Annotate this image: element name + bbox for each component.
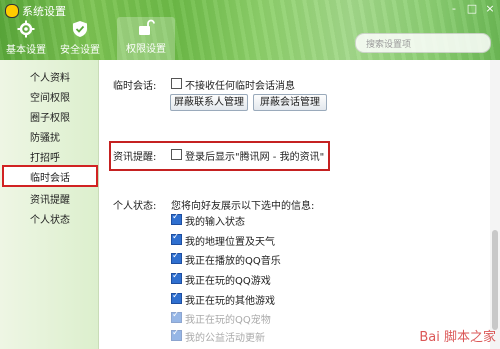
block-session-manage-button[interactable]: 屏蔽会话管理 xyxy=(253,94,327,111)
sidebar-item-greeting[interactable]: 打招呼 xyxy=(0,146,98,166)
block-contact-manage-button[interactable]: 屏蔽联系人管理 xyxy=(170,94,248,111)
unlock-icon xyxy=(139,19,155,35)
sidebar-item-news-reminder[interactable]: 资讯提醒 xyxy=(0,188,98,208)
sidebar-item-label: 资讯提醒 xyxy=(30,195,70,206)
search-input[interactable]: 搜索设置项 xyxy=(355,33,491,53)
status-option: 我正在玩的QQ宠物 xyxy=(185,315,271,326)
tab-label: 权限设置 xyxy=(126,44,166,55)
tab-label: 基本设置 xyxy=(6,45,46,56)
sidebar-item-profile[interactable]: 个人资料 xyxy=(0,66,98,86)
header-bar: 系统设置 - □ × 基本设置 安全设置 权限设置 搜索设置项 xyxy=(0,0,500,60)
tab-security-settings[interactable]: 安全设置 xyxy=(58,18,102,58)
search-placeholder: 搜索设置项 xyxy=(366,40,412,50)
status-option: 我的公益活动更新 xyxy=(185,333,265,344)
sidebar-item-label: 防骚扰 xyxy=(30,133,60,144)
minimize-button[interactable]: - xyxy=(448,2,460,15)
tab-permission-settings[interactable]: 权限设置 xyxy=(117,17,175,60)
sidebar-item-label: 圈子权限 xyxy=(30,113,70,124)
shield-icon xyxy=(73,21,87,37)
status-checkbox[interactable] xyxy=(171,232,182,245)
watermark: Bai 脚本之家 xyxy=(419,330,496,345)
maximize-button[interactable]: □ xyxy=(466,2,478,15)
status-checkbox[interactable] xyxy=(171,310,182,323)
sidebar-item-circle-permission[interactable]: 圈子权限 xyxy=(0,106,98,126)
sidebar-item-label: 打招呼 xyxy=(30,153,60,164)
news-reminder-label: 资讯提醒: xyxy=(113,152,157,163)
status-checkbox[interactable] xyxy=(171,251,182,264)
status-checkbox[interactable] xyxy=(171,271,182,284)
sidebar-item-temp-session[interactable]: 临时会话 xyxy=(2,165,98,187)
scrollbar[interactable] xyxy=(490,60,500,349)
sidebar-item-label: 临时会话 xyxy=(30,173,70,184)
status-checkbox[interactable] xyxy=(171,291,182,304)
sidebar: 个人资料 空间权限 圈子权限 防骚扰 打招呼 临时会话 资讯提醒 个人状态 xyxy=(0,60,99,349)
gear-icon xyxy=(17,20,35,38)
reject-temp-session-checkbox[interactable] xyxy=(171,78,182,89)
show-news-text: 登录后显示"腾讯网 - 我的资讯" xyxy=(185,152,325,163)
sidebar-item-label: 个人资料 xyxy=(30,73,70,84)
status-option: 我的输入状态 xyxy=(185,217,245,228)
sidebar-item-label: 个人状态 xyxy=(30,215,70,226)
status-option: 我正在玩的QQ游戏 xyxy=(185,276,271,287)
temp-session-label: 临时会话: xyxy=(113,81,157,92)
scrollbar-thumb[interactable] xyxy=(492,230,498,330)
sidebar-item-anti-harass[interactable]: 防骚扰 xyxy=(0,126,98,146)
window-title: 系统设置 xyxy=(22,5,66,18)
status-checkbox[interactable] xyxy=(171,212,182,225)
status-checkbox[interactable] xyxy=(171,328,182,341)
sidebar-item-personal-status[interactable]: 个人状态 xyxy=(0,208,98,228)
status-option: 我的地理位置及天气 xyxy=(185,237,275,248)
sidebar-item-space-permission[interactable]: 空间权限 xyxy=(0,86,98,106)
close-button[interactable]: × xyxy=(484,2,496,15)
tab-label: 安全设置 xyxy=(60,45,100,56)
status-option: 我正在玩的其他游戏 xyxy=(185,296,275,307)
window-controls: - □ × xyxy=(448,2,496,15)
sidebar-item-label: 空间权限 xyxy=(30,93,70,104)
personal-status-desc: 您将向好友展示以下选中的信息: xyxy=(171,201,315,212)
settings-window: 系统设置 - □ × 基本设置 安全设置 权限设置 搜索设置项 个人资料 空间权… xyxy=(0,0,500,349)
reject-temp-session-text: 不接收任何临时会话消息 xyxy=(185,81,295,92)
qq-logo-icon xyxy=(5,4,19,18)
show-news-checkbox[interactable] xyxy=(171,149,182,160)
status-option: 我正在播放的QQ音乐 xyxy=(185,256,281,267)
tab-basic-settings[interactable]: 基本设置 xyxy=(4,18,48,58)
personal-status-label: 个人状态: xyxy=(113,201,157,212)
